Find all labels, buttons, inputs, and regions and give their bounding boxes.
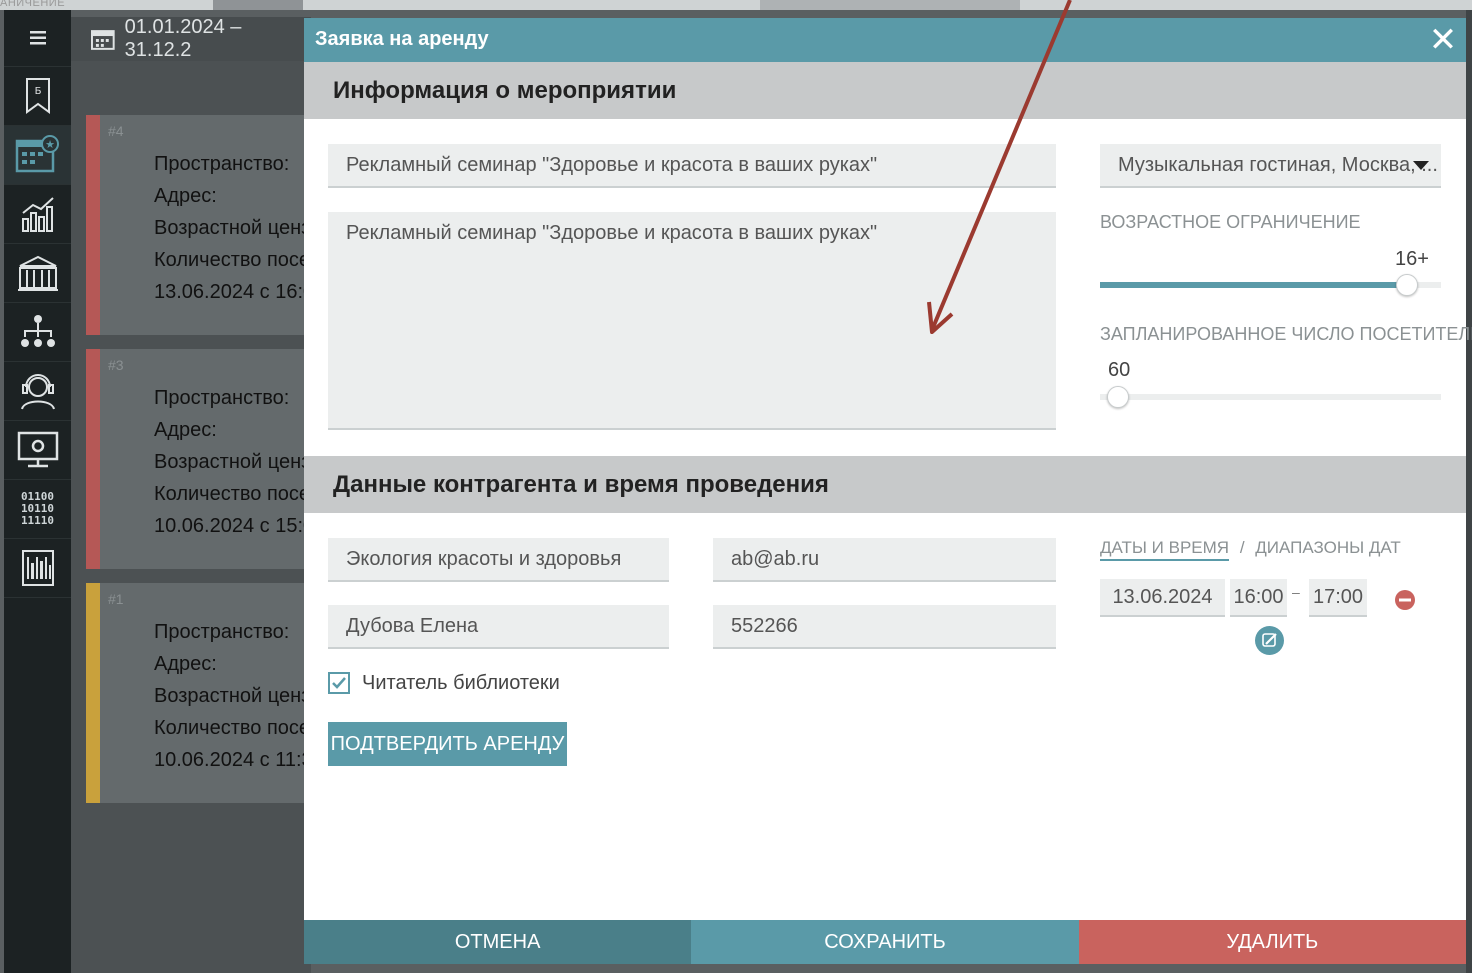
- card-datetime: 13.06.2024 с 16:0: [154, 281, 315, 303]
- background-right-edge: [1466, 10, 1472, 973]
- delete-button[interactable]: УДАЛИТЬ: [1078, 920, 1466, 964]
- hierarchy-icon: [20, 315, 55, 347]
- age-limit-slider-fill: [1100, 282, 1407, 288]
- event-description-textarea[interactable]: Рекламный семинар "Здоровье и красота в …: [328, 212, 1056, 430]
- time-separator: –: [1292, 584, 1300, 600]
- date-range-bar[interactable]: 01.01.2024 – 31.12.2: [71, 16, 311, 61]
- visitors-slider-track[interactable]: [1100, 394, 1441, 400]
- close-icon[interactable]: ✕: [1428, 22, 1458, 58]
- sidebar: Б ★ 01100 10110 11110: [4, 10, 71, 973]
- section-title: Данные контрагента и время проведения: [333, 471, 829, 498]
- event-card[interactable]: #3 Пространство: Адрес: Возрастной ценз …: [86, 349, 330, 569]
- top-caption: АНИЧЕНИЕ: [0, 0, 66, 9]
- event-card[interactable]: #1 Пространство: Адрес: Возрастной ценз …: [86, 583, 330, 803]
- time-start-input[interactable]: 16:00: [1230, 579, 1287, 617]
- sidebar-item-events[interactable]: ★: [4, 126, 71, 185]
- section-event-info: Информация о мероприятии: [304, 62, 1466, 119]
- age-limit-slider-thumb[interactable]: [1395, 274, 1418, 296]
- event-card-list: #4 Пространство: Адрес: Возрастной ценз …: [71, 61, 330, 973]
- modal-title: Заявка на аренду: [315, 28, 489, 50]
- tab-date-ranges[interactable]: ДИАПАЗОНЫ ДАТ: [1255, 538, 1401, 557]
- sidebar-menu-button[interactable]: [4, 10, 71, 67]
- event-name-input[interactable]: Рекламный семинар "Здоровье и красота в …: [328, 144, 1056, 188]
- checkmark-icon: [332, 677, 346, 689]
- age-limit-label: ВОЗРАСТНОЕ ОГРАНИЧЕНИЕ: [1100, 212, 1361, 232]
- card-space-label: Пространство:: [154, 387, 290, 409]
- modal-header: Заявка на аренду ✕: [304, 18, 1466, 62]
- tab-separator: /: [1239, 538, 1245, 557]
- bookmark-icon: Б: [25, 78, 50, 114]
- save-button[interactable]: СОХРАНИТЬ: [691, 920, 1079, 964]
- user-headset-icon: [20, 374, 55, 410]
- sidebar-item-structure[interactable]: [4, 303, 71, 362]
- monitor-icon: [17, 431, 58, 468]
- modal-footer: ОТМЕНА СОХРАНИТЬ УДАЛИТЬ: [304, 920, 1466, 964]
- menu-icon: [29, 31, 46, 45]
- reader-checkbox-label: Читатель библиотеки: [362, 672, 560, 694]
- tab-dates-and-time[interactable]: ДАТЫ И ВРЕМЯ: [1100, 538, 1230, 561]
- cancel-button[interactable]: ОТМЕНА: [304, 920, 692, 964]
- card-number: #1: [108, 591, 124, 607]
- sidebar-item-statistics[interactable]: [4, 185, 71, 244]
- card-space-label: Пространство:: [154, 153, 290, 175]
- confirm-rental-button[interactable]: ПОДТВЕРДИТЬ АРЕНДУ: [328, 722, 567, 766]
- card-accent-bar: [86, 583, 100, 803]
- visitors-value: 60: [1108, 359, 1131, 381]
- age-limit-value: 16+: [1395, 248, 1429, 270]
- sidebar-item-digital[interactable]: 01100 10110 11110: [4, 480, 71, 539]
- card-accent-bar: [86, 349, 100, 569]
- bookmark-letter: Б: [34, 86, 41, 97]
- date-tabs: ДАТЫ И ВРЕМЯ / ДИАПАЗОНЫ ДАТ: [1100, 538, 1401, 561]
- event-card[interactable]: #4 Пространство: Адрес: Возрастной ценз …: [86, 115, 330, 335]
- sidebar-item-reports[interactable]: [4, 539, 71, 598]
- section-contractor: Данные контрагента и время проведения: [304, 456, 1466, 513]
- contact-name-input[interactable]: Дубова Елена: [328, 605, 669, 649]
- card-datetime: 10.06.2024 с 11:3: [154, 749, 313, 771]
- visitors-label: ЗАПЛАНИРОВАННОЕ ЧИСЛО ПОСЕТИТЕЛЕЙ: [1100, 324, 1472, 344]
- sidebar-item-institutions[interactable]: [4, 244, 71, 303]
- chevron-down-icon: [1413, 161, 1429, 170]
- sidebar-item-monitor[interactable]: [4, 421, 71, 480]
- venue-select-value: Музыкальная гостиная, Москва, ...: [1118, 153, 1438, 176]
- rental-request-modal: Заявка на аренду ✕ Информация о мероприя…: [304, 18, 1472, 964]
- organization-input[interactable]: Экология красоты и здоровья: [328, 538, 669, 582]
- email-field[interactable]: ab@ab.ru: [713, 538, 1056, 582]
- building-icon: [17, 255, 58, 291]
- barcode-icon: [21, 550, 54, 586]
- venue-select[interactable]: Музыкальная гостиная, Москва, ...: [1100, 144, 1441, 188]
- card-address-label: Адрес:: [154, 653, 217, 675]
- edit-date-icon[interactable]: [1255, 626, 1284, 655]
- sidebar-item-bookmarks[interactable]: Б: [4, 67, 71, 126]
- card-address-label: Адрес:: [154, 419, 217, 441]
- time-end-input[interactable]: 17:00: [1309, 579, 1367, 617]
- chart-icon: [21, 197, 54, 232]
- remove-date-icon[interactable]: [1395, 590, 1415, 610]
- binary-icon: 01100 10110 11110: [20, 490, 55, 527]
- visitors-slider-thumb[interactable]: [1106, 386, 1129, 408]
- top-strip-fragment: [760, 0, 1020, 10]
- date-range-text: 01.01.2024 – 31.12.2: [124, 16, 242, 61]
- card-accent-bar: [86, 115, 100, 335]
- top-strip: АНИЧЕНИЕ: [0, 0, 1472, 10]
- calendar-star-icon: ★: [15, 135, 59, 173]
- date-input[interactable]: 13.06.2024: [1100, 579, 1225, 617]
- card-datetime: 10.06.2024 с 15:0: [154, 515, 315, 537]
- reader-checkbox[interactable]: [328, 672, 350, 694]
- card-space-label: Пространство:: [154, 621, 290, 643]
- sidebar-item-support[interactable]: [4, 362, 71, 421]
- section-title: Информация о мероприятии: [333, 77, 677, 104]
- card-address-label: Адрес:: [154, 185, 217, 207]
- phone-input[interactable]: 552266: [713, 605, 1056, 649]
- card-number: #4: [108, 123, 124, 139]
- top-strip-fragment: [213, 0, 303, 10]
- svg-text:★: ★: [45, 138, 55, 151]
- card-number: #3: [108, 357, 124, 373]
- calendar-icon: [91, 30, 115, 50]
